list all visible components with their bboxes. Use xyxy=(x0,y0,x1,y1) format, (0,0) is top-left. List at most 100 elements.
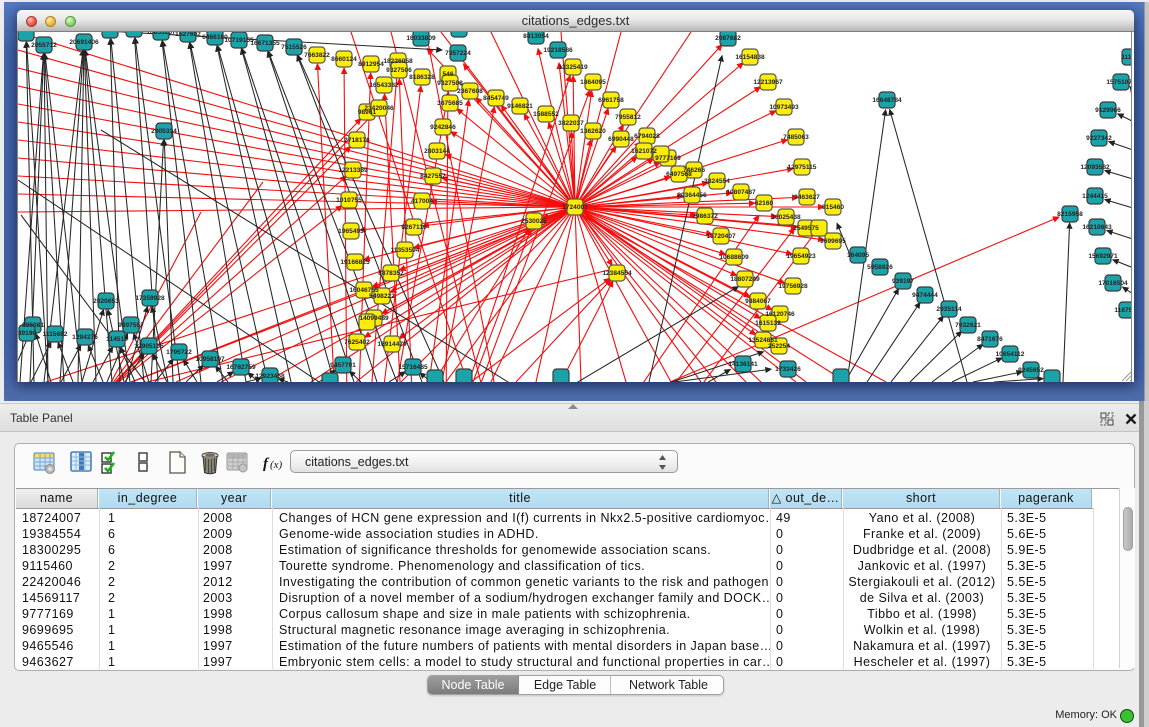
svg-text:12213967: 12213967 xyxy=(753,79,783,86)
svg-text:7357224: 7357224 xyxy=(445,50,471,57)
svg-text:16671355: 16671355 xyxy=(250,40,280,47)
svg-text:9397557: 9397557 xyxy=(118,322,144,329)
svg-text:10973493: 10973493 xyxy=(769,104,799,111)
svg-text:2803144: 2803144 xyxy=(424,148,450,155)
svg-text:19654923: 19654923 xyxy=(786,253,816,260)
svg-text:10807487: 10807487 xyxy=(726,189,756,196)
svg-text:15692971: 15692971 xyxy=(1088,253,1118,260)
svg-text:1615132: 1615132 xyxy=(755,320,781,327)
svg-text:16033809: 16033809 xyxy=(406,35,436,42)
svg-text:3675685: 3675685 xyxy=(437,100,463,107)
svg-text:1795722: 1795722 xyxy=(166,349,192,356)
svg-text:1362620: 1362620 xyxy=(580,128,606,135)
svg-text:9245652: 9245652 xyxy=(1018,367,1044,374)
svg-text:7485063: 7485063 xyxy=(783,134,809,141)
svg-text:16914479: 16914479 xyxy=(377,341,407,348)
svg-text:2935114: 2935114 xyxy=(936,306,962,313)
svg-text:11174: 11174 xyxy=(1121,54,1132,61)
svg-text:9699695: 9699695 xyxy=(820,238,846,245)
svg-text:13325419: 13325419 xyxy=(558,64,588,71)
svg-text:9474444: 9474444 xyxy=(912,292,938,299)
svg-text:939197: 939197 xyxy=(892,278,914,285)
svg-text:9129966: 9129966 xyxy=(1095,107,1121,114)
svg-text:19218586: 19218586 xyxy=(543,47,573,54)
svg-text:1588552: 1588552 xyxy=(533,111,559,118)
svg-text:12093582: 12093582 xyxy=(1080,164,1110,171)
svg-text:7515526: 7515526 xyxy=(281,44,307,51)
svg-text:1965493: 1965493 xyxy=(338,228,364,235)
svg-text:835081: 835081 xyxy=(22,322,44,329)
svg-text:1115682: 1115682 xyxy=(43,331,68,338)
svg-text:16543382: 16543382 xyxy=(369,82,399,89)
svg-text:9242846: 9242846 xyxy=(430,124,456,131)
svg-text:164095: 164095 xyxy=(847,252,869,259)
svg-text:1724007: 1724007 xyxy=(562,204,588,211)
svg-text:6961758: 6961758 xyxy=(598,97,624,104)
svg-text:10853267: 10853267 xyxy=(146,32,176,36)
svg-text:3822037: 3822037 xyxy=(558,120,584,127)
svg-text:39190: 39190 xyxy=(18,330,36,337)
svg-text:9146821: 9146821 xyxy=(507,103,533,110)
svg-text:7625402: 7625402 xyxy=(344,339,370,346)
svg-text:6990448: 6990448 xyxy=(608,136,634,143)
svg-text:6794028: 6794028 xyxy=(634,133,660,140)
svg-text:14099489: 14099489 xyxy=(359,315,389,322)
svg-text:8471676: 8471676 xyxy=(977,336,1003,343)
svg-text:6497568: 6497568 xyxy=(666,171,692,178)
svg-text:7663822: 7663822 xyxy=(304,52,330,59)
svg-text:16210643: 16210643 xyxy=(1082,224,1112,231)
svg-text:2055712: 2055712 xyxy=(31,42,57,49)
svg-text:9327508: 9327508 xyxy=(437,80,463,87)
svg-text:114519: 114519 xyxy=(106,336,128,343)
svg-text:12213389: 12213389 xyxy=(338,167,368,174)
svg-text:2087682: 2087682 xyxy=(715,35,741,42)
svg-text:8878352: 8878352 xyxy=(378,270,404,277)
svg-text:546: 546 xyxy=(442,71,453,78)
svg-text:12923468: 12923468 xyxy=(255,373,285,380)
svg-text:417004: 417004 xyxy=(411,198,433,205)
svg-text:10654112: 10654112 xyxy=(996,351,1025,358)
svg-text:1549575: 1549575 xyxy=(793,225,819,232)
svg-text:23420046: 23420046 xyxy=(364,105,394,112)
svg-text:1621072: 1621072 xyxy=(631,148,657,155)
svg-text:20691406: 20691406 xyxy=(69,39,99,46)
svg-text:2020653: 2020653 xyxy=(93,298,119,305)
svg-text:8454749: 8454749 xyxy=(483,95,509,102)
svg-text:1527602: 1527602 xyxy=(175,32,201,38)
svg-text:12905135: 12905135 xyxy=(134,343,164,350)
svg-text:1167533: 1167533 xyxy=(1114,307,1132,314)
svg-text:15720407: 15720407 xyxy=(706,233,736,240)
svg-text:18226058: 18226058 xyxy=(383,58,413,65)
svg-text:19166825: 19166825 xyxy=(340,259,370,266)
svg-text:15716485: 15716485 xyxy=(398,364,428,371)
svg-text:19756928: 19756928 xyxy=(778,283,808,290)
svg-text:2905334: 2905334 xyxy=(151,128,177,135)
svg-text:1010755: 1010755 xyxy=(336,197,362,204)
svg-text:8660124: 8660124 xyxy=(331,56,357,63)
svg-text:7632621: 7632621 xyxy=(955,322,981,329)
svg-text:10025438: 10025438 xyxy=(771,214,801,221)
svg-text:12975115: 12975115 xyxy=(788,164,817,171)
svg-text:915460: 915460 xyxy=(822,204,844,211)
svg-text:9463627: 9463627 xyxy=(794,194,820,201)
svg-text:252254: 252254 xyxy=(768,343,790,350)
svg-text:1294275: 1294275 xyxy=(72,334,98,341)
svg-text:7955812: 7955812 xyxy=(615,114,641,121)
svg-text:8267110: 8267110 xyxy=(401,224,427,231)
svg-text:1864095: 1864095 xyxy=(580,79,606,86)
svg-text:17359928: 17359928 xyxy=(135,295,165,302)
svg-text:17016504: 17016504 xyxy=(1098,280,1128,287)
svg-text:f: f xyxy=(263,456,270,472)
svg-text:10688609: 10688609 xyxy=(719,254,749,261)
svg-text:9777169: 9777169 xyxy=(655,155,681,162)
svg-text:62160: 62160 xyxy=(755,200,774,207)
svg-text:3824554: 3824554 xyxy=(704,178,730,185)
svg-text:(x): (x) xyxy=(270,459,283,471)
svg-text:2718176: 2718176 xyxy=(344,137,370,144)
svg-text:11353594: 11353594 xyxy=(391,247,420,254)
svg-text:5958926: 5958926 xyxy=(867,264,893,271)
svg-text:1244415: 1244415 xyxy=(1082,193,1108,200)
svg-text:8215958: 8215958 xyxy=(1057,211,1083,218)
svg-text:15751074: 15751074 xyxy=(1106,79,1132,86)
svg-text:5498222: 5498222 xyxy=(369,293,395,300)
